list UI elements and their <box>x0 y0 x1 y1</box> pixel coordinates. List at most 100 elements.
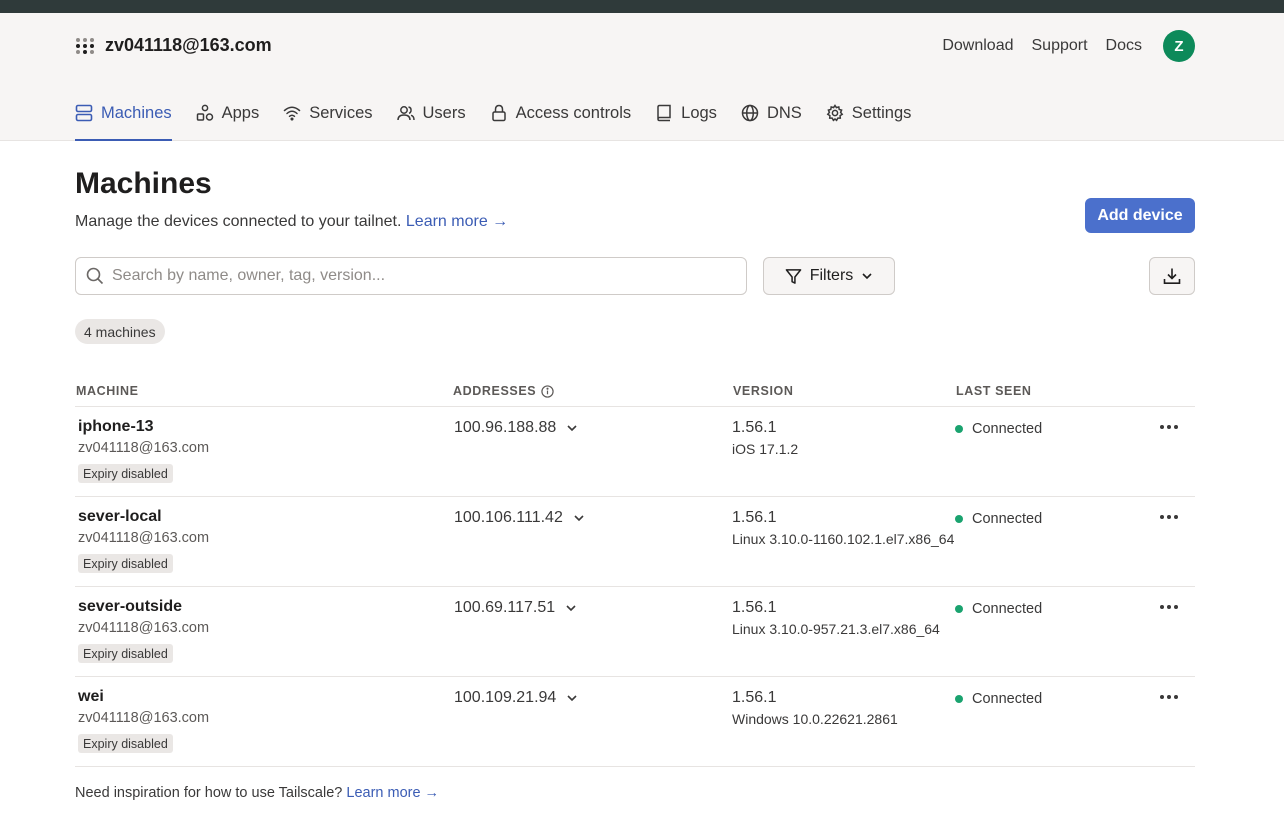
apps-icon <box>196 104 213 121</box>
tab-logs[interactable]: Logs <box>655 98 717 141</box>
globe-icon <box>741 104 759 122</box>
subtitle-text: Manage the devices connected to your tai… <box>75 213 402 230</box>
table-row[interactable]: wei zv041118@163.com Expiry disabled 100… <box>75 677 1195 767</box>
page-title: Machines <box>75 167 212 200</box>
ellipsis-icon <box>1160 515 1178 519</box>
os-version: Windows 10.0.22621.2861 <box>732 711 898 727</box>
version: 1.56.1 <box>732 509 777 526</box>
tab-label: Settings <box>851 104 912 122</box>
chevron-down-icon <box>567 425 577 432</box>
address-cell[interactable]: 100.96.188.88 <box>454 419 578 437</box>
server-icon <box>75 104 93 122</box>
table-header: MACHINE ADDRESSES VERSION LAST SEEN <box>75 379 1195 407</box>
ellipsis-icon <box>1160 605 1178 609</box>
tab-label: Logs <box>681 104 717 122</box>
header-machine: MACHINE <box>76 384 139 398</box>
machine-name[interactable]: sever-outside <box>78 598 182 616</box>
users-icon <box>396 106 415 121</box>
top-header: zv041118@163.com Download Support Docs Z… <box>0 13 1284 141</box>
header-addresses-label: ADDRESSES <box>453 384 537 398</box>
ip-address: 100.96.188.88 <box>454 419 557 436</box>
download-icon <box>1163 268 1181 284</box>
support-link[interactable]: Support <box>1032 37 1088 55</box>
tab-machines[interactable]: Machines <box>75 98 172 141</box>
tab-label: Access controls <box>515 104 632 122</box>
brand[interactable]: zv041118@163.com <box>75 35 272 56</box>
status: Connected <box>955 421 1042 437</box>
machine-count-badge: 4 machines <box>75 319 165 344</box>
info-icon[interactable] <box>541 384 554 398</box>
add-device-button[interactable]: Add device <box>1085 198 1195 233</box>
tab-label: Users <box>422 104 466 122</box>
machines-table: MACHINE ADDRESSES VERSION LAST SEEN ipho… <box>75 379 1195 767</box>
ip-address: 100.106.111.42 <box>454 509 563 526</box>
version: 1.56.1 <box>732 599 777 616</box>
os-version: iOS 17.1.2 <box>732 441 799 457</box>
more-actions-button[interactable] <box>1157 509 1181 525</box>
ip-address: 100.69.117.51 <box>454 599 556 616</box>
tab-label: Apps <box>221 104 260 122</box>
tab-label: Services <box>309 104 373 122</box>
tab-users[interactable]: Users <box>396 98 466 141</box>
address-cell[interactable]: 100.109.21.94 <box>454 689 578 707</box>
tab-label: DNS <box>766 104 802 122</box>
connected-dot-icon <box>955 515 963 523</box>
expiry-badge: Expiry disabled <box>78 464 173 483</box>
chevron-down-icon <box>574 515 584 522</box>
more-actions-button[interactable] <box>1157 689 1181 705</box>
machine-name[interactable]: iphone-13 <box>78 418 154 436</box>
connected-dot-icon <box>955 695 963 703</box>
search-icon <box>86 267 104 285</box>
more-actions-button[interactable] <box>1157 599 1181 615</box>
ellipsis-icon <box>1160 425 1178 429</box>
main-nav: Machines Apps Services Users Access cont… <box>75 98 935 141</box>
ip-address: 100.109.21.94 <box>454 689 557 706</box>
machine-owner: zv041118@163.com <box>78 440 210 456</box>
tab-access-controls[interactable]: Access controls <box>490 98 632 141</box>
filters-button[interactable]: Filters <box>763 257 895 295</box>
expiry-badge: Expiry disabled <box>78 644 173 663</box>
top-links: Download Support Docs Z <box>924 30 1195 62</box>
chevron-down-icon <box>862 273 872 280</box>
tab-services[interactable]: Services <box>283 98 373 141</box>
version: 1.56.1 <box>732 419 777 436</box>
header-last-seen: LAST SEEN <box>956 384 1032 398</box>
tab-dns[interactable]: DNS <box>741 98 802 141</box>
status-text: Connected <box>972 511 1043 527</box>
status: Connected <box>955 511 1042 527</box>
table-row[interactable]: iphone-13 zv041118@163.com Expiry disabl… <box>75 407 1195 497</box>
connected-dot-icon <box>955 605 963 613</box>
footer-hint: Need inspiration for how to use Tailscal… <box>75 785 439 801</box>
tab-apps[interactable]: Apps <box>196 98 260 141</box>
search-box[interactable] <box>75 257 747 295</box>
status-text: Connected <box>972 601 1043 617</box>
search-input[interactable] <box>112 267 712 285</box>
version: 1.56.1 <box>732 689 777 706</box>
table-row[interactable]: sever-outside zv041118@163.com Expiry di… <box>75 587 1195 677</box>
machine-owner: zv041118@163.com <box>78 620 210 636</box>
machine-name[interactable]: sever-local <box>78 508 162 526</box>
status: Connected <box>955 601 1042 617</box>
chevron-down-icon <box>566 605 576 612</box>
more-actions-button[interactable] <box>1157 419 1181 435</box>
footer-learn-more-link[interactable]: Learn more → <box>346 785 439 801</box>
header-version: VERSION <box>733 384 794 398</box>
machine-owner: zv041118@163.com <box>78 710 210 726</box>
address-cell[interactable]: 100.106.111.42 <box>454 509 585 527</box>
page-subtitle: Manage the devices connected to your tai… <box>75 213 508 231</box>
status: Connected <box>955 691 1042 707</box>
download-link[interactable]: Download <box>942 37 1013 55</box>
tab-settings[interactable]: Settings <box>826 98 912 141</box>
browser-strip <box>0 0 1284 13</box>
lock-icon <box>491 104 506 122</box>
connected-dot-icon <box>955 425 963 433</box>
export-button[interactable] <box>1149 257 1195 295</box>
machine-name[interactable]: wei <box>78 688 104 706</box>
avatar[interactable]: Z <box>1163 30 1195 62</box>
docs-link[interactable]: Docs <box>1106 37 1142 55</box>
learn-more-link[interactable]: Learn more → <box>406 213 508 230</box>
address-cell[interactable]: 100.69.117.51 <box>454 599 577 617</box>
tab-label: Machines <box>101 104 172 122</box>
expiry-badge: Expiry disabled <box>78 554 173 573</box>
table-row[interactable]: sever-local zv041118@163.com Expiry disa… <box>75 497 1195 587</box>
